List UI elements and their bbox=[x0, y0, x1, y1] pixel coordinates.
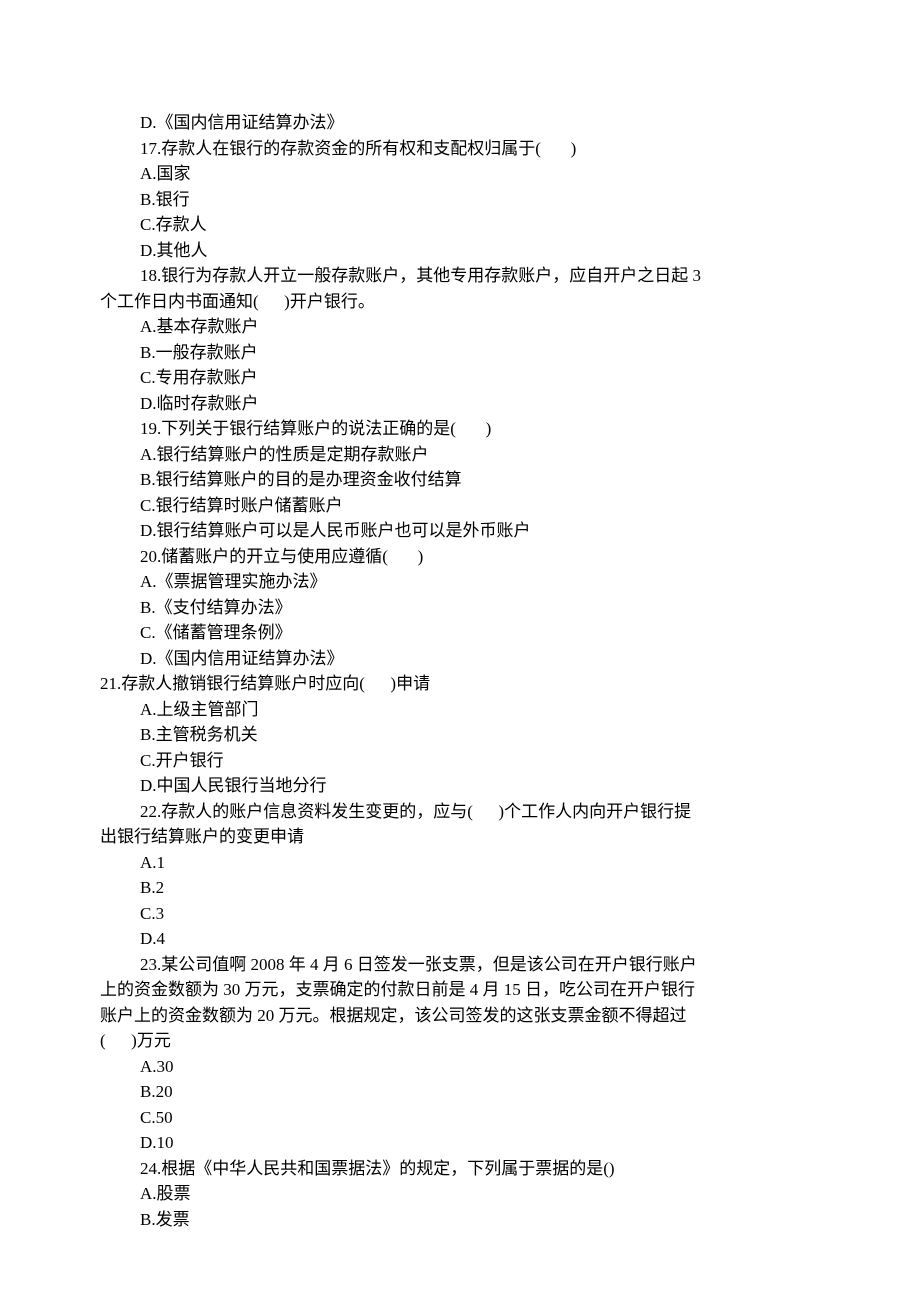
text-line: D.《国内信用证结算办法》 bbox=[100, 110, 820, 136]
text-line: B.发票 bbox=[100, 1207, 820, 1233]
text-line: A.基本存款账户 bbox=[100, 314, 820, 340]
text-line: B.银行结算账户的目的是办理资金收付结算 bbox=[100, 467, 820, 493]
question-list: D.《国内信用证结算办法》17.存款人在银行的存款资金的所有权和支配权归属于( … bbox=[100, 110, 820, 1232]
text-line: D.《国内信用证结算办法》 bbox=[100, 646, 820, 672]
text-line: A.国家 bbox=[100, 161, 820, 187]
document-page: D.《国内信用证结算办法》17.存款人在银行的存款资金的所有权和支配权归属于( … bbox=[0, 0, 920, 1312]
text-line: 22.存款人的账户信息资料发生变更的，应与( )个工作人内向开户银行提 bbox=[100, 799, 820, 825]
text-line: C.《储蓄管理条例》 bbox=[100, 620, 820, 646]
text-line: B.一般存款账户 bbox=[100, 340, 820, 366]
text-line: D.其他人 bbox=[100, 238, 820, 264]
text-line: 上的资金数额为 30 万元，支票确定的付款日前是 4 月 15 日，吃公司在开户… bbox=[100, 977, 820, 1003]
text-line: B.主管税务机关 bbox=[100, 722, 820, 748]
text-line: D.临时存款账户 bbox=[100, 391, 820, 417]
text-line: A.银行结算账户的性质是定期存款账户 bbox=[100, 442, 820, 468]
text-line: 24.根据《中华人民共和国票据法》的规定，下列属于票据的是() bbox=[100, 1156, 820, 1182]
text-line: 21.存款人撤销银行结算账户时应向( )申请 bbox=[100, 671, 820, 697]
text-line: A.股票 bbox=[100, 1181, 820, 1207]
text-line: A.《票据管理实施办法》 bbox=[100, 569, 820, 595]
text-line: 23.某公司值啊 2008 年 4 月 6 日签发一张支票，但是该公司在开户银行… bbox=[100, 952, 820, 978]
text-line: C.50 bbox=[100, 1105, 820, 1131]
text-line: 20.储蓄账户的开立与使用应遵循( ) bbox=[100, 544, 820, 570]
text-line: D.银行结算账户可以是人民币账户也可以是外币账户 bbox=[100, 518, 820, 544]
text-line: B.20 bbox=[100, 1079, 820, 1105]
text-line: A.1 bbox=[100, 850, 820, 876]
text-line: A.上级主管部门 bbox=[100, 697, 820, 723]
text-line: A.30 bbox=[100, 1054, 820, 1080]
text-line: 17.存款人在银行的存款资金的所有权和支配权归属于( ) bbox=[100, 136, 820, 162]
text-line: B.《支付结算办法》 bbox=[100, 595, 820, 621]
text-line: ( )万元 bbox=[100, 1028, 820, 1054]
text-line: 账户上的资金数额为 20 万元。根据规定，该公司签发的这张支票金额不得超过 bbox=[100, 1003, 820, 1029]
text-line: B.银行 bbox=[100, 187, 820, 213]
text-line: C.3 bbox=[100, 901, 820, 927]
text-line: 18.银行为存款人开立一般存款账户，其他专用存款账户，应自开户之日起 3 bbox=[100, 263, 820, 289]
text-line: 19.下列关于银行结算账户的说法正确的是( ) bbox=[100, 416, 820, 442]
text-line: B.2 bbox=[100, 875, 820, 901]
text-line: C.专用存款账户 bbox=[100, 365, 820, 391]
text-line: 出银行结算账户的变更申请 bbox=[100, 824, 820, 850]
text-line: C.银行结算时账户储蓄账户 bbox=[100, 493, 820, 519]
text-line: D.4 bbox=[100, 926, 820, 952]
text-line: C.存款人 bbox=[100, 212, 820, 238]
text-line: 个工作日内书面通知( )开户银行。 bbox=[100, 289, 820, 315]
text-line: C.开户银行 bbox=[100, 748, 820, 774]
text-line: D.10 bbox=[100, 1130, 820, 1156]
text-line: D.中国人民银行当地分行 bbox=[100, 773, 820, 799]
